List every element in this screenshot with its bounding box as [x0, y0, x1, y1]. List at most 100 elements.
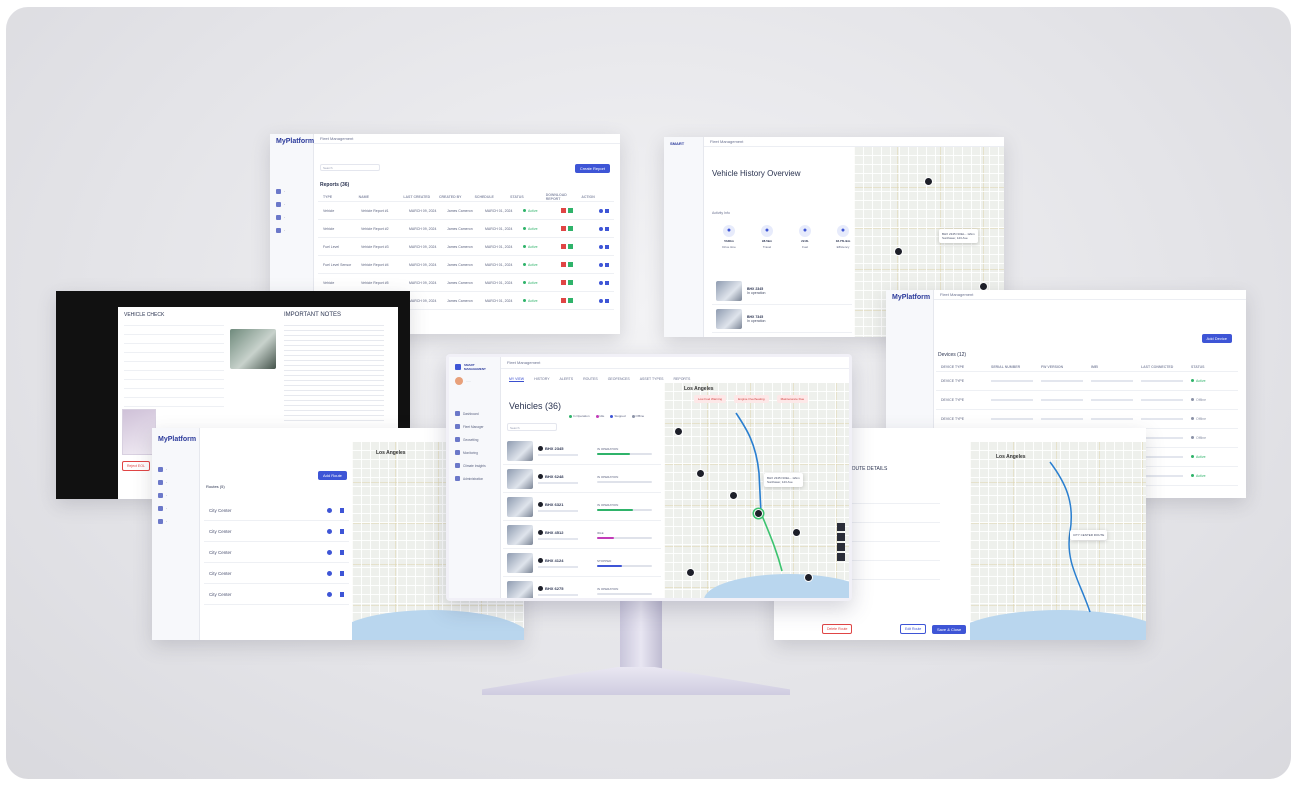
excel-icon[interactable]	[568, 226, 573, 231]
table-row[interactable]: Fuel Level Vehicle Report #3 MARCH 09, 202…	[318, 238, 614, 256]
search-input[interactable]: Search	[507, 423, 557, 431]
tab[interactable]: ASSET TYPES	[640, 377, 664, 382]
delete-icon[interactable]	[340, 549, 344, 555]
delete-icon[interactable]	[340, 591, 344, 597]
vehicle-marker[interactable]	[674, 427, 683, 436]
tab[interactable]: REPORTS	[674, 377, 691, 382]
vehicle-marker[interactable]	[686, 568, 695, 577]
excel-icon[interactable]	[568, 208, 573, 213]
delete-icon[interactable]	[605, 244, 609, 249]
sidebar-item[interactable]: ·	[270, 185, 313, 198]
excel-icon[interactable]	[568, 298, 573, 303]
sidebar-item[interactable]: Administration	[449, 472, 500, 485]
vehicle-marker[interactable]	[924, 177, 933, 186]
pdf-icon[interactable]	[561, 280, 566, 285]
pdf-icon[interactable]	[561, 298, 566, 303]
delete-icon[interactable]	[605, 280, 609, 285]
sidebar-item[interactable]: Climate Insights	[449, 459, 500, 472]
table-row[interactable]: Vehicle Vehicle Report #1 MARCH 09, 2024 Ja…	[318, 202, 614, 220]
layers-icon[interactable]	[837, 543, 845, 551]
delete-route-button[interactable]: Delete Route	[822, 624, 853, 634]
create-report-button[interactable]: Create Report	[574, 164, 610, 173]
user-profile[interactable]: ·····	[449, 373, 500, 389]
excel-icon[interactable]	[568, 244, 573, 249]
pdf-icon[interactable]	[561, 244, 566, 249]
view-icon[interactable]	[327, 528, 332, 534]
route-row[interactable]: City Center	[204, 584, 349, 605]
add-device-button[interactable]: Add Device	[1201, 334, 1232, 343]
vehicle-card[interactable]: BHX 2345 IN OPERATION	[503, 437, 661, 465]
delete-icon[interactable]	[340, 507, 344, 513]
delete-icon[interactable]	[605, 208, 609, 213]
pdf-icon[interactable]	[561, 262, 566, 267]
table-row[interactable]: Vehicle Vehicle Report #2 MARCH 09, 2024 Ja…	[318, 220, 614, 238]
view-icon[interactable]	[599, 298, 603, 303]
sidebar-item[interactable]: ·	[152, 476, 199, 489]
add-route-button[interactable]: Add Route	[318, 471, 347, 480]
table-row[interactable]: Fuel Level Sensor Vehicle Report #4 MARCH …	[318, 256, 614, 274]
sidebar-item[interactable]: ·	[152, 489, 199, 502]
fullscreen-icon[interactable]	[837, 553, 845, 561]
view-icon[interactable]	[327, 570, 332, 576]
sidebar-item[interactable]: Monitoring	[449, 446, 500, 459]
tab[interactable]: ROUTES	[583, 377, 598, 382]
table-row[interactable]: DEVICE TYPE Active	[936, 372, 1238, 391]
vehicle-marker[interactable]	[894, 247, 903, 256]
tab[interactable]: HISTORY	[534, 377, 549, 382]
vehicle-marker[interactable]	[792, 528, 801, 537]
delete-icon[interactable]	[605, 226, 609, 231]
tab[interactable]: ALERTS	[560, 377, 574, 382]
pdf-icon[interactable]	[561, 226, 566, 231]
table-row[interactable]: DEVICE TYPE Offline	[936, 391, 1238, 410]
route-row[interactable]: City Center	[204, 500, 349, 521]
pdf-icon[interactable]	[561, 208, 566, 213]
sidebar-item[interactable]: ·	[270, 211, 313, 224]
excel-icon[interactable]	[568, 280, 573, 285]
view-icon[interactable]	[599, 262, 603, 267]
table-row[interactable]: Vehicle Vehicle Report #5 MARCH 09, 2024 Ja…	[318, 274, 614, 292]
vehicle-marker[interactable]	[804, 573, 813, 582]
sidebar-item[interactable]: ·	[270, 224, 313, 237]
reject-button[interactable]: Reject EOL	[122, 461, 150, 471]
vehicle-card[interactable]: BHX 6248 IN OPERATION	[503, 465, 661, 493]
map[interactable]: Los Angeles Low Fuel Warning Engine Overh…	[664, 383, 849, 598]
view-icon[interactable]	[599, 244, 603, 249]
sidebar-item[interactable]: ·	[152, 463, 199, 476]
excel-icon[interactable]	[568, 262, 573, 267]
zoom-in-icon[interactable]	[837, 523, 845, 531]
vehicle-card[interactable]: BHX 6275 IN OPERATION	[503, 577, 661, 598]
sidebar-item[interactable]: ·	[152, 515, 199, 528]
delete-icon[interactable]	[605, 262, 609, 267]
sidebar-item[interactable]: Fleet Manager	[449, 420, 500, 433]
vehicle-card[interactable]: BHX 7345 In operation	[712, 305, 852, 333]
view-icon[interactable]	[327, 591, 332, 597]
vehicle-card[interactable]: BHX 6321 IN OPERATION	[503, 493, 661, 521]
route-row[interactable]: City Center	[204, 563, 349, 584]
edit-route-button[interactable]: Edit Route	[900, 624, 927, 634]
search-input[interactable]: Search	[320, 164, 380, 171]
view-icon[interactable]	[327, 549, 332, 555]
delete-icon[interactable]	[340, 528, 344, 534]
map[interactable]: Los Angeles CITY CENTER ROUTE	[970, 442, 1146, 640]
tab[interactable]: GEOFENCES	[608, 377, 630, 382]
sidebar-item[interactable]: Geosetting	[449, 433, 500, 446]
route-row[interactable]: City Center	[204, 521, 349, 542]
delete-icon[interactable]	[605, 298, 609, 303]
delete-icon[interactable]	[340, 570, 344, 576]
sidebar-item[interactable]: ·	[270, 198, 313, 211]
document-thumbnail[interactable]	[122, 409, 156, 455]
sidebar-item[interactable]: Dashboard	[449, 407, 500, 420]
tab[interactable]: MY VIEW	[509, 377, 525, 382]
vehicle-marker[interactable]	[696, 469, 705, 478]
view-icon[interactable]	[599, 280, 603, 285]
view-icon[interactable]	[599, 226, 603, 231]
save-close-button[interactable]: Save & Close	[932, 625, 967, 634]
view-icon[interactable]	[327, 507, 332, 513]
vehicle-marker[interactable]	[729, 491, 738, 500]
view-icon[interactable]	[599, 208, 603, 213]
vehicle-card[interactable]: BHX 2345 In operation	[712, 277, 852, 305]
zoom-out-icon[interactable]	[837, 533, 845, 541]
table-row[interactable]: DEVICE TYPE Offline	[936, 410, 1238, 429]
vehicle-card[interactable]: BHX 4124 STOPPED	[503, 549, 661, 577]
route-row[interactable]: City Center	[204, 542, 349, 563]
